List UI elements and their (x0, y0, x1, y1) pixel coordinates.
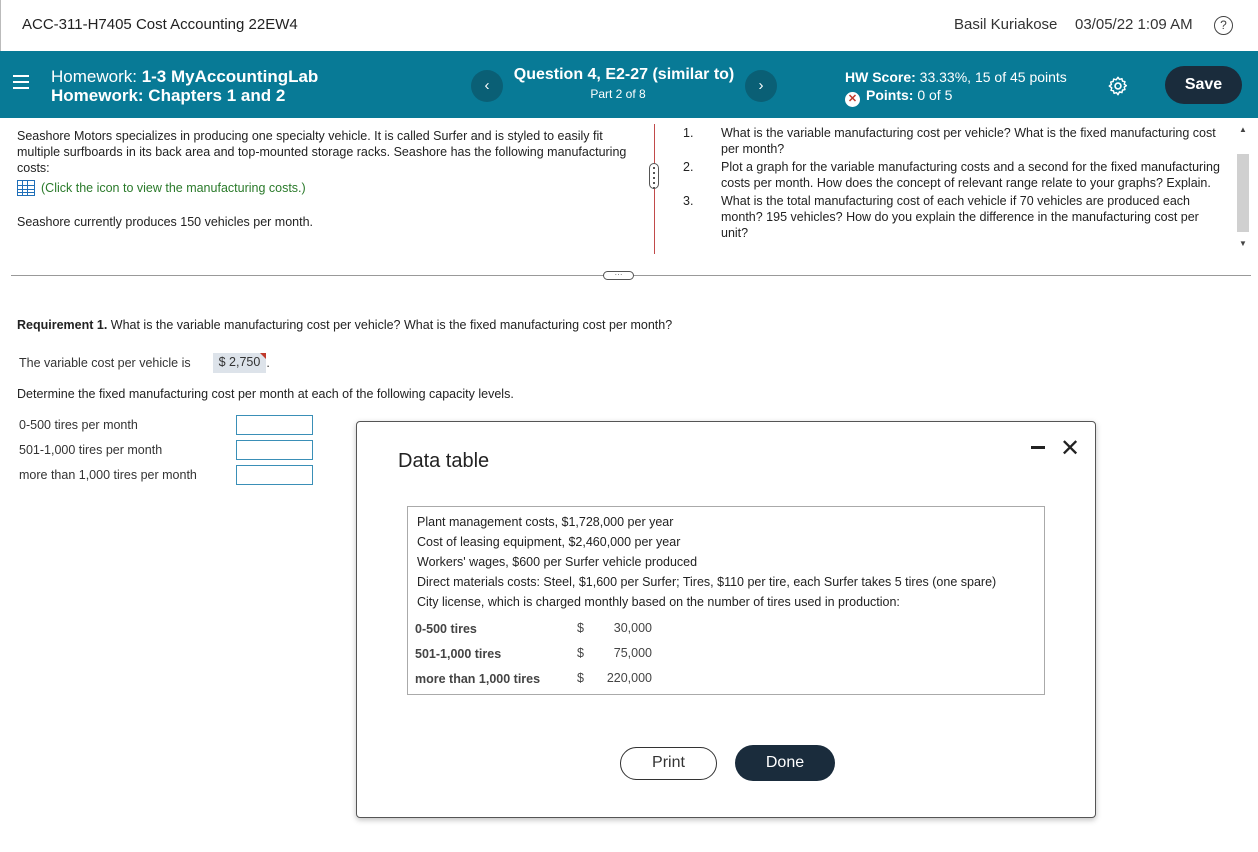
license-fee-label: more than 1,000 tires (415, 672, 541, 686)
points-value: 0 of 5 (913, 87, 953, 103)
variable-cost-value: $ 2,750 (218, 355, 261, 369)
requirement-label: Requirement 1. (17, 318, 108, 332)
scroll-up-arrow-icon[interactable]: ▲ (1239, 125, 1247, 134)
table-grid-icon[interactable] (17, 180, 35, 196)
requirement-text: What is the total manufacturing cost of … (721, 194, 1199, 240)
minimize-icon[interactable] (1031, 446, 1045, 449)
license-fee-dollar: $ (577, 671, 584, 685)
hw-score-value: 33.33%, 15 of 45 points (915, 69, 1067, 85)
variable-cost-answer: $ 2,750 (212, 353, 267, 373)
top-bar: ACC-311-H7405 Cost Accounting 22EW4 Basi… (0, 0, 1258, 51)
points-label: Points: (866, 87, 914, 103)
vertical-resize-handle[interactable] (649, 163, 659, 189)
license-fee-amount: 75,000 (613, 646, 652, 660)
determine-instruction: Determine the fixed manufacturing cost p… (17, 387, 514, 401)
current-production: Seashore currently produces 150 vehicles… (17, 215, 313, 229)
settings-gear-icon[interactable] (1107, 75, 1129, 97)
variable-cost-row: The variable cost per vehicle is $ 2,750… (19, 353, 270, 373)
homework-chapter: Homework: Chapters 1 and 2 (51, 86, 285, 106)
requirement-number: 3. (683, 194, 694, 208)
data-line: Cost of leasing equipment, $2,460,000 pe… (417, 535, 681, 549)
homework-name: 1-3 MyAccountingLab (141, 67, 319, 86)
view-costs-link[interactable]: (Click the icon to view the manufacturin… (17, 180, 637, 196)
close-icon[interactable]: ✕ (1060, 434, 1080, 463)
data-line: Plant management costs, $1,728,000 per y… (417, 515, 674, 529)
horizontal-resize-handle[interactable]: ··· (603, 271, 634, 280)
requirement-item: 2. Plot a graph for the variable manufac… (683, 159, 1228, 191)
incorrect-icon: ✕ (845, 92, 860, 107)
requirement-text: Plot a graph for the variable manufactur… (721, 160, 1220, 190)
license-fee-dollar: $ (577, 646, 584, 660)
data-line: City license, which is charged monthly b… (417, 595, 900, 609)
capacity-level-label: 501-1,000 tires per month (19, 443, 163, 457)
license-fee-amount: 220,000 (606, 671, 652, 685)
problem-description: Seashore Motors specializes in producing… (17, 129, 627, 175)
scroll-thumb[interactable] (1237, 154, 1249, 232)
scroll-down-arrow-icon[interactable]: ▼ (1239, 239, 1247, 248)
dialog-title: Data table (398, 450, 490, 472)
help-icon[interactable]: ? (1214, 16, 1233, 35)
fixed-cost-input-over-1000[interactable] (236, 465, 313, 485)
data-line: Workers' wages, $600 per Surfer vehicle … (417, 555, 698, 569)
done-button[interactable]: Done (735, 745, 835, 781)
data-table-dialog: Data table ✕ Plant management costs, $1,… (356, 421, 1096, 818)
license-fee-label: 501-1,000 tires (415, 647, 502, 661)
vertical-divider (654, 124, 655, 254)
print-button[interactable]: Print (620, 747, 717, 780)
requirement-heading: Requirement 1. What is the variable manu… (17, 318, 672, 332)
license-fee-label: 0-500 tires (415, 622, 477, 636)
points: ✕ Points: 0 of 5 (845, 87, 952, 107)
requirements-scrollbar[interactable]: ▲ ▼ (1236, 124, 1250, 255)
variable-cost-suffix: . (266, 356, 270, 370)
variable-cost-label: The variable cost per vehicle is (19, 356, 191, 370)
user-name: Basil Kuriakose (954, 16, 1058, 33)
requirement-number: 1. (683, 126, 694, 140)
requirement-text: What is the variable manufacturing cost … (721, 126, 1216, 156)
fixed-cost-input-0-500[interactable] (236, 415, 313, 435)
requirement-item: 1. What is the variable manufacturing co… (683, 125, 1228, 157)
problem-statement: Seashore Motors specializes in producing… (17, 128, 637, 230)
requirement-question: What is the variable manufacturing cost … (107, 318, 673, 332)
hamburger-menu-icon[interactable] (13, 75, 29, 91)
license-fee-dollar: $ (577, 621, 584, 635)
requirement-item: 3. What is the total manufacturing cost … (683, 193, 1228, 241)
save-button[interactable]: Save (1165, 66, 1242, 104)
question-part: Part 2 of 8 (590, 87, 646, 101)
capacity-level-label: 0-500 tires per month (19, 418, 138, 432)
capacity-level-label: more than 1,000 tires per month (19, 468, 197, 482)
homework-chapter-text: Homework: Chapters 1 and 2 (51, 86, 286, 105)
fixed-cost-input-501-1000[interactable] (236, 440, 313, 460)
homework-title: Homework: 1-3 MyAccountingLab (51, 67, 318, 87)
previous-question-button[interactable]: ‹ (471, 70, 503, 102)
license-fee-amount: 30,000 (613, 621, 652, 635)
hw-score-label: HW Score: (845, 69, 916, 85)
datetime: 03/05/22 1:09 AM (1075, 16, 1193, 33)
data-line: Direct materials costs: Steel, $1,600 pe… (417, 575, 997, 589)
view-costs-link-text[interactable]: (Click the icon to view the manufacturin… (41, 180, 306, 196)
hw-score: HW Score: 33.33%, 15 of 45 points (845, 69, 1067, 85)
next-question-button[interactable]: › (745, 70, 777, 102)
feedback-corner-marker (260, 353, 267, 359)
data-table-content: Plant management costs, $1,728,000 per y… (407, 506, 1045, 695)
requirement-number: 2. (683, 160, 694, 174)
course-title: ACC-311-H7405 Cost Accounting 22EW4 (22, 16, 298, 33)
assignment-header: Homework: 1-3 MyAccountingLab Homework: … (0, 51, 1258, 118)
requirements-list: 1. What is the variable manufacturing co… (683, 125, 1228, 243)
homework-prefix: Homework: (51, 67, 142, 86)
question-title: Question 4, E2-27 (similar to) (513, 66, 735, 83)
